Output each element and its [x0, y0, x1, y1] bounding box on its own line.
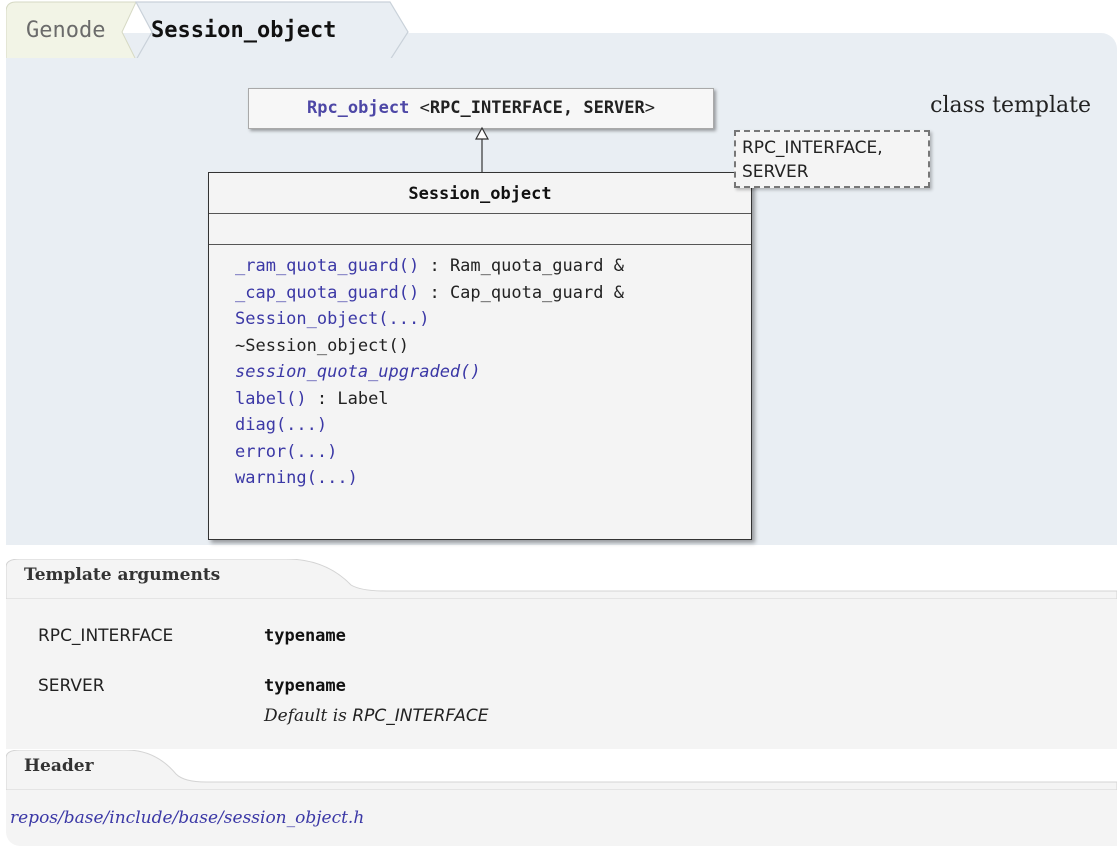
kind-label: class template	[930, 93, 1091, 118]
breadcrumb-item-current: Session_object	[151, 18, 337, 43]
method-row: error(...)	[235, 439, 751, 466]
default-value: RPC_INTERFACE	[352, 706, 489, 726]
base-class-link[interactable]: Rpc_object	[307, 98, 409, 118]
template-parameter-line-1: RPC_INTERFACE,	[742, 138, 883, 158]
method-row: label() : Label	[235, 386, 751, 413]
default-prefix: Default is	[264, 706, 353, 726]
class-name: Session_object	[209, 173, 751, 214]
header-section-panel: repos/base/include/base/session_object.h	[6, 790, 1117, 846]
template-argument-name: RPC_INTERFACE	[38, 626, 174, 646]
method-name[interactable]: label()	[235, 389, 307, 409]
base-class-args-close: >	[644, 98, 656, 118]
template-argument-default: Default is RPC_INTERFACE	[264, 706, 488, 726]
breadcrumb: Genode Session_object	[6, 0, 426, 58]
method-name[interactable]: _ram_quota_guard()	[235, 256, 419, 276]
template-arguments-header: Template arguments	[6, 559, 1117, 599]
method-return-type: : Label	[306, 388, 389, 409]
template-parameters-box: RPC_INTERFACE, SERVER	[734, 130, 930, 188]
method-name[interactable]: warning(...)	[235, 468, 358, 488]
method-name[interactable]: session_quota_upgraded()	[235, 362, 481, 382]
method-return-type: : Ram_quota_guard &	[419, 256, 624, 276]
class-attributes	[209, 214, 751, 245]
template-argument-name: SERVER	[38, 676, 105, 696]
section-tab-shape	[6, 750, 1117, 790]
method-name: ~Session_object()	[235, 335, 409, 356]
method-row: ~Session_object()	[235, 333, 751, 360]
header-file-link[interactable]: repos/base/include/base/session_object.h	[10, 808, 364, 828]
method-row: warning(...)	[235, 465, 751, 492]
method-row: session_quota_upgraded()	[235, 359, 751, 386]
method-row: Session_object(...)	[235, 306, 751, 333]
method-name[interactable]: _cap_quota_guard()	[235, 283, 419, 303]
inheritance-arrow-icon	[474, 126, 490, 172]
base-class-box: Rpc_object <RPC_INTERFACE, SERVER>	[248, 88, 714, 129]
template-arguments-title: Template arguments	[24, 565, 221, 585]
method-name[interactable]: diag(...)	[235, 415, 327, 435]
base-class-args: RPC_INTERFACE, SERVER	[429, 98, 645, 118]
base-class-args-open: <	[419, 98, 430, 118]
class-box: Session_object _ram_quota_guard() : Ram_…	[208, 172, 752, 540]
template-argument-type: typename	[264, 626, 346, 646]
method-row: _cap_quota_guard() : Cap_quota_guard &	[235, 280, 751, 307]
template-parameter-line-2: SERVER	[742, 162, 809, 182]
method-name[interactable]: error(...)	[235, 442, 337, 462]
class-methods: _ram_quota_guard() : Ram_quota_guard & _c…	[209, 245, 751, 492]
breadcrumb-item-genode[interactable]: Genode	[26, 16, 105, 46]
template-arguments-panel: RPC_INTERFACE typename SERVER typename D…	[6, 599, 1117, 749]
template-argument-type: typename	[264, 676, 346, 696]
method-row: _ram_quota_guard() : Ram_quota_guard &	[235, 253, 751, 280]
method-row: diag(...)	[235, 412, 751, 439]
method-return-type: : Cap_quota_guard &	[419, 282, 624, 303]
header-section-header: Header	[6, 750, 1117, 790]
method-name[interactable]: Session_object(...)	[235, 309, 429, 329]
header-section-title: Header	[24, 756, 94, 776]
